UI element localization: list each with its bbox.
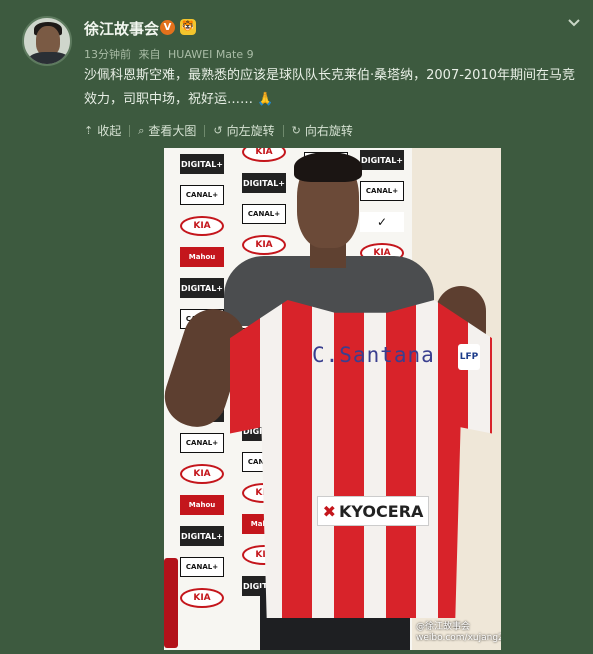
post-image[interactable]: DIGITAL+ CANAL+ KIA Mahou DIGITAL+ CANAL… xyxy=(164,148,501,650)
kyocera-mark-icon: ✖ xyxy=(322,501,336,521)
verified-badge-icon: V xyxy=(160,20,175,35)
jersey-name: C.Santana xyxy=(312,343,435,367)
post-meta: 13分钟前 来自 HUAWEI Mate 9 xyxy=(84,46,258,62)
collapse-label: 收起 xyxy=(97,124,122,138)
source-prefix: 来自 xyxy=(138,48,161,61)
jersey-sponsor: ✖ KYOCERA xyxy=(317,496,429,526)
collapse-icon: ⇡ xyxy=(84,124,94,137)
watermark-url: weibo.com/xujang2010 xyxy=(416,633,501,643)
sponsor-text: KYOCERA xyxy=(339,501,424,521)
pray-emoji-icon: 🙏 xyxy=(257,92,274,107)
level-badge-icon: 🐯 xyxy=(180,19,196,35)
divider xyxy=(282,124,284,137)
player-hair xyxy=(294,152,362,182)
view-large-button[interactable]: ⌕ 查看大图 xyxy=(138,122,196,139)
rotate-right-label: 向右旋转 xyxy=(304,124,353,138)
rotate-left-button[interactable]: ↺ 向左旋转 xyxy=(213,122,274,139)
divider xyxy=(204,124,206,137)
watermark-user: @徐江故事会 xyxy=(416,622,471,632)
avatar-body xyxy=(28,52,70,64)
weibo-post: 徐江故事会 V 🐯 13分钟前 来自 HUAWEI Mate 9 沙佩科恩斯空难… xyxy=(0,0,593,654)
collapse-button[interactable]: ⇡ 收起 xyxy=(84,122,121,139)
post-text: 沙佩科恩斯空难，最熟悉的应该是球队队长克莱伯·桑塔纳，2007-2010年期间在… xyxy=(84,64,584,112)
image-watermark: @徐江故事会 weibo.com/xujang2010 xyxy=(416,622,501,644)
rotate-left-icon: ↺ xyxy=(213,124,223,137)
view-large-label: 查看大图 xyxy=(148,124,197,138)
image-toolbar: ⇡ 收起 ⌕ 查看大图 ↺ 向左旋转 ↻ 向右旋转 xyxy=(84,122,359,139)
username[interactable]: 徐江故事会 xyxy=(84,18,159,39)
rotate-right-icon: ↻ xyxy=(291,124,301,137)
source-device[interactable]: HUAWEI Mate 9 xyxy=(168,48,254,61)
chevron-down-icon[interactable] xyxy=(566,14,582,30)
player-figure: C.Santana LFP ✖ KYOCERA xyxy=(164,148,501,650)
lfp-patch: LFP xyxy=(458,344,480,370)
rotate-left-label: 向左旋转 xyxy=(226,124,275,138)
zoom-icon: ⌕ xyxy=(138,123,145,137)
avatar[interactable] xyxy=(22,16,72,66)
post-time[interactable]: 13分钟前 xyxy=(84,48,131,61)
rotate-right-button[interactable]: ↻ 向右旋转 xyxy=(292,122,353,139)
divider xyxy=(129,124,131,137)
post-body: 沙佩科恩斯空难，最熟悉的应该是球队队长克莱伯·桑塔纳，2007-2010年期间在… xyxy=(84,68,575,107)
